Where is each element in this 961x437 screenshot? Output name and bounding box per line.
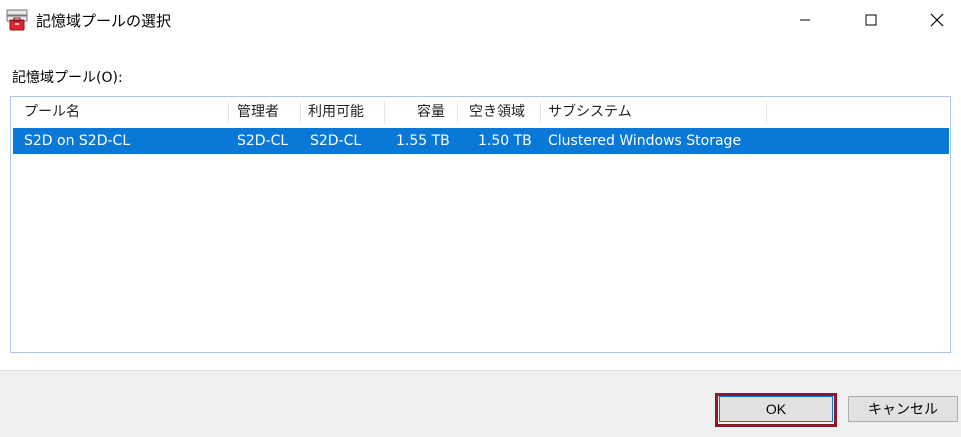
close-button[interactable] <box>914 0 960 40</box>
column-divider[interactable] <box>540 101 541 123</box>
storage-pool-app-icon <box>6 9 28 31</box>
title-bar: 記憶域プールの選択 <box>0 0 961 40</box>
window-title: 記憶域プールの選択 <box>36 12 172 30</box>
column-divider[interactable] <box>457 101 458 123</box>
cell-available: S2D-CL <box>310 133 362 149</box>
column-header-available[interactable]: 利用可能 <box>308 97 364 127</box>
column-header-free-space[interactable]: 空き領域 <box>469 97 525 127</box>
cell-subsystem: Clustered Windows Storage <box>548 133 742 149</box>
storage-pool-list-label: 記憶域プール(O): <box>12 70 123 86</box>
cell-manager: S2D-CL <box>237 133 289 149</box>
ok-button[interactable]: OK <box>719 396 833 422</box>
column-divider[interactable] <box>384 101 385 123</box>
list-header: プール名 管理者 利用可能 容量 空き領域 サブシステム <box>11 97 950 127</box>
column-divider[interactable] <box>300 101 301 123</box>
cell-pool-name: S2D on S2D-CL <box>24 133 131 149</box>
maximize-icon <box>865 14 877 26</box>
select-storage-pool-dialog: 記憶域プールの選択 記憶域プール(O): プール名 管理者 利用可能 容量 空き… <box>0 0 961 437</box>
table-row-selected[interactable]: S2D on S2D-CL S2D-CL S2D-CL 1.55 TB 1.50… <box>13 128 949 154</box>
column-divider[interactable] <box>766 101 767 123</box>
close-icon <box>930 13 944 27</box>
column-header-capacity[interactable]: 容量 <box>417 97 445 127</box>
cell-free-space: 1.50 TB <box>478 133 532 149</box>
cell-capacity: 1.55 TB <box>396 133 450 149</box>
minimize-button[interactable] <box>782 0 828 40</box>
maximize-button[interactable] <box>848 0 894 40</box>
cancel-button[interactable]: キャンセル <box>848 396 958 422</box>
storage-pool-listview[interactable]: プール名 管理者 利用可能 容量 空き領域 サブシステム S2D on S2D-… <box>10 96 951 353</box>
minimize-icon <box>800 19 810 21</box>
column-header-manager[interactable]: 管理者 <box>237 97 279 127</box>
dialog-footer: OK キャンセル <box>0 370 961 437</box>
column-divider[interactable] <box>228 101 229 123</box>
column-header-subsystem[interactable]: サブシステム <box>548 97 632 127</box>
column-header-pool-name[interactable]: プール名 <box>24 97 80 127</box>
